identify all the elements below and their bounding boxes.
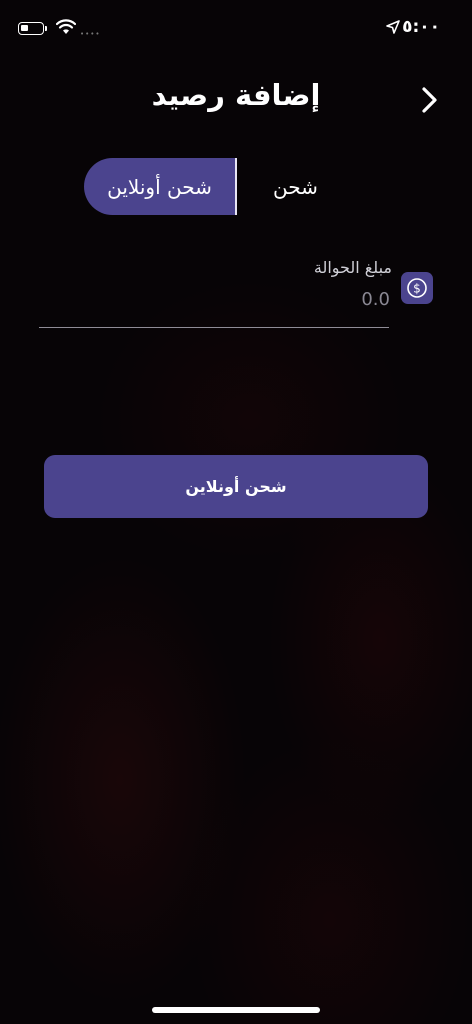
status-bar: •••• ٥:٠٠: [0, 0, 472, 56]
amount-field-underline: [39, 327, 389, 328]
amount-field-label: مبلغ الحوالة: [313, 258, 392, 277]
wifi-icon: [56, 19, 76, 34]
back-button[interactable]: [418, 86, 440, 114]
cellular-signal-icon: ••••: [80, 30, 101, 38]
page-title: إضافة رصيد: [151, 78, 321, 112]
online-charge-button[interactable]: شحن أونلاين: [44, 455, 428, 518]
home-indicator[interactable]: [152, 1007, 320, 1013]
charge-type-tabs: شحن أونلاين شحن: [84, 158, 354, 215]
battery-icon: [18, 22, 47, 35]
location-arrow-icon: [386, 20, 400, 34]
tab-charge[interactable]: شحن: [237, 158, 354, 215]
amount-input[interactable]: [40, 282, 390, 316]
status-time: ٥:٠٠: [402, 17, 440, 37]
chevron-right-icon: [422, 87, 437, 113]
svg-text:$: $: [413, 282, 421, 296]
tab-online-charge[interactable]: شحن أونلاين: [84, 158, 235, 215]
dollar-circle-icon: $: [401, 272, 433, 304]
